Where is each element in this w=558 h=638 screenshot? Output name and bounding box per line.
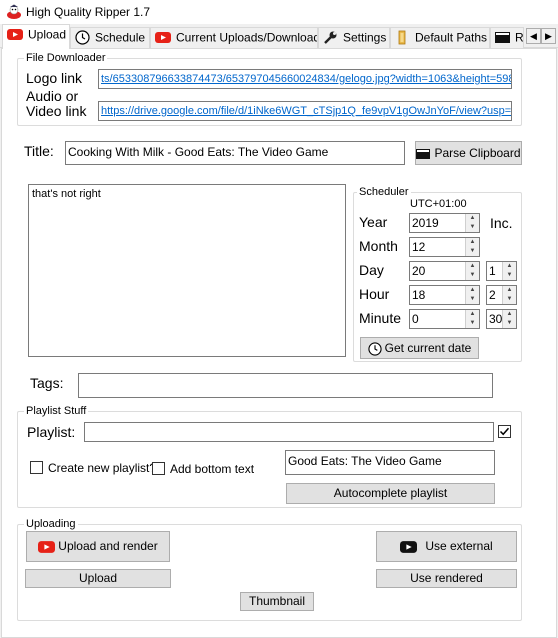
minute-value: 0: [412, 312, 419, 326]
app-icon: [7, 4, 21, 19]
tab-scroll-right-button[interactable]: ▶: [541, 28, 556, 44]
add-bottom-text-checkbox[interactable]: [152, 462, 165, 475]
hour-increment-spinner[interactable]: 2 ▲ ▼: [486, 285, 517, 305]
use-external-button[interactable]: Use external: [376, 531, 517, 562]
hour-increment-value: 2: [489, 288, 496, 302]
youtube-black-icon: [400, 540, 418, 553]
title-bar: High Quality Ripper 1.7: [0, 0, 558, 24]
playlist-label: Playlist:: [27, 424, 76, 440]
get-current-date-label: Get current date: [384, 341, 472, 355]
logo-link-label: Logo link: [26, 70, 83, 86]
year-value: 2019: [412, 216, 439, 230]
tab-r[interactable]: R: [490, 27, 524, 48]
tab-scroll-left-button[interactable]: ◀: [526, 28, 541, 44]
get-current-date-button[interactable]: Get current date: [360, 337, 479, 359]
window-title: High Quality Ripper 1.7: [26, 5, 151, 19]
upload-and-render-label: Upload and render: [58, 539, 158, 553]
youtube-icon: [155, 32, 171, 44]
clock-icon: [75, 30, 90, 45]
day-increment-spinner[interactable]: 1 ▲ ▼: [486, 261, 517, 281]
playlist-group-title: Playlist Stuff: [24, 405, 89, 417]
hour-label: Hour: [359, 286, 390, 302]
tab-schedule[interactable]: Schedule: [70, 27, 150, 48]
playlist-field[interactable]: [84, 422, 494, 442]
year-label: Year: [359, 214, 388, 230]
autocomplete-playlist-button[interactable]: Autocomplete playlist: [286, 483, 495, 504]
thumbnail-button[interactable]: Thumbnail: [240, 592, 314, 611]
upload-and-render-button[interactable]: Upload and render: [26, 531, 170, 562]
wrench-icon: [324, 31, 337, 45]
clock-icon: [368, 342, 382, 356]
tab-label: Default Paths: [415, 30, 488, 45]
minute-increment-spinner[interactable]: 30 ▲ ▼: [486, 309, 517, 329]
day-spinner[interactable]: 20 ▲ ▼: [409, 261, 480, 281]
add-bottom-text-label: Add bottom text: [170, 462, 255, 476]
day-label: Day: [359, 262, 384, 278]
tab-settings[interactable]: Settings: [318, 27, 390, 48]
tags-label: Tags:: [30, 375, 64, 391]
minute-spinner[interactable]: 0 ▲ ▼: [409, 309, 480, 329]
console-icon: [495, 32, 510, 44]
minute-label: Minute: [359, 310, 402, 326]
title-field[interactable]: Cooking With Milk - Good Eats: The Video…: [65, 141, 405, 165]
year-spinner[interactable]: 2019 ▲ ▼: [409, 213, 480, 233]
month-value: 12: [412, 240, 426, 254]
logo-link-field[interactable]: ts/653308796633874473/653797045660024834…: [98, 69, 512, 89]
playlist-suggestion-field[interactable]: Good Eats: The Video Game: [285, 450, 495, 475]
description-textarea[interactable]: that's not right: [28, 184, 346, 357]
tab-label: Upload: [28, 27, 67, 42]
parse-clipboard-label: Parse Clipboard: [434, 146, 521, 160]
minute-increment-value: 30: [489, 312, 503, 326]
tags-field[interactable]: [78, 373, 493, 398]
inc-label: Inc.: [490, 215, 513, 231]
video-link-label-line2: Video link: [26, 103, 87, 119]
tab-label: R: [515, 30, 524, 45]
day-value: 20: [412, 264, 426, 278]
tab-current-uploads[interactable]: Current Uploads/Downloads: [150, 27, 318, 48]
create-new-playlist-checkbox[interactable]: [30, 461, 43, 474]
tab-label: Current Uploads/Downloads: [176, 30, 318, 45]
timezone-label: UTC+01:00: [410, 198, 467, 210]
video-link-label-line1: Audio or: [26, 88, 79, 104]
uploading-title: Uploading: [24, 518, 78, 530]
scheduler-title: Scheduler: [357, 186, 411, 198]
create-new-playlist-label: Create new playlist?: [48, 461, 157, 475]
hour-value: 18: [412, 288, 426, 302]
playlist-checkbox[interactable]: [498, 425, 511, 438]
tab-label: Schedule: [95, 30, 146, 45]
tab-default-paths[interactable]: Default Paths: [390, 27, 490, 48]
tab-upload[interactable]: Upload: [2, 24, 70, 49]
folder-icon: [398, 30, 406, 45]
console-icon: [416, 148, 431, 159]
hour-spinner[interactable]: 18 ▲ ▼: [409, 285, 480, 305]
youtube-icon: [38, 540, 56, 553]
use-rendered-button[interactable]: Use rendered: [376, 569, 517, 588]
day-increment-value: 1: [489, 264, 496, 278]
month-label: Month: [359, 238, 398, 254]
use-external-label: Use external: [425, 539, 493, 553]
upload-button[interactable]: Upload: [25, 569, 171, 588]
youtube-icon: [7, 29, 23, 41]
title-label: Title:: [24, 143, 54, 159]
month-spinner[interactable]: 12 ▲ ▼: [409, 237, 480, 257]
tab-label: Settings: [343, 30, 387, 45]
checkmark-icon: [499, 427, 510, 436]
video-link-field[interactable]: https://drive.google.com/file/d/1iNke6WG…: [98, 101, 512, 121]
parse-clipboard-button[interactable]: Parse Clipboard: [415, 141, 522, 165]
file-downloader-title: File Downloader: [24, 52, 108, 64]
